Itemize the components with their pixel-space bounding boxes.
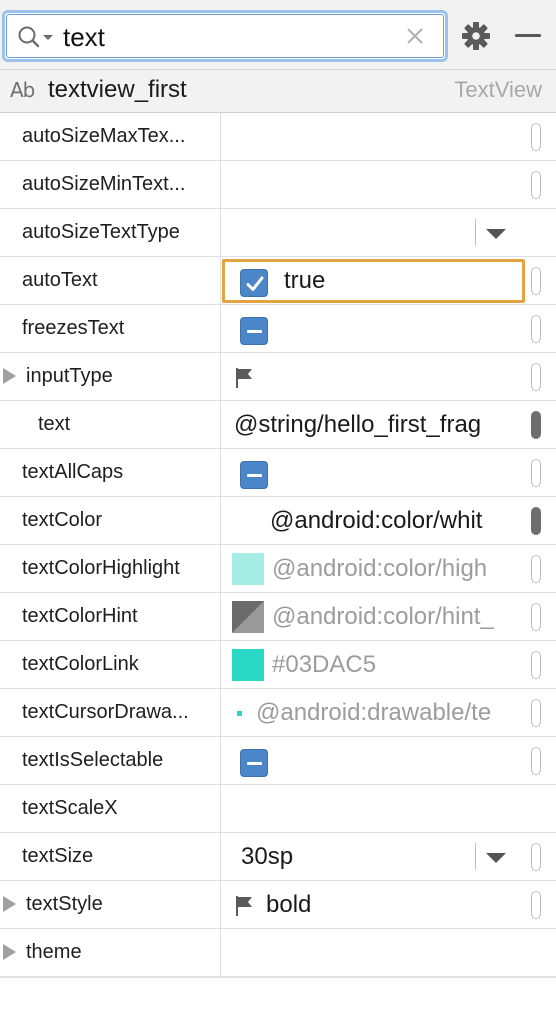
property-row[interactable]: textIsSelectable <box>0 737 556 785</box>
property-name: textScaleX <box>22 797 118 819</box>
property-row[interactable]: textColor @android:color/whit <box>0 497 556 545</box>
chevron-down-icon[interactable] <box>486 853 506 863</box>
property-row[interactable]: autoSizeMaxTex... <box>0 113 556 161</box>
property-value[interactable]: @android:drawable/te <box>256 699 520 727</box>
value-picker-handle[interactable] <box>531 315 541 343</box>
component-header: Ab textview_first TextView <box>0 70 556 113</box>
property-value-dropdown[interactable]: 30sp <box>241 843 293 871</box>
value-picker-handle[interactable] <box>531 891 541 919</box>
property-row[interactable]: textStyle bold <box>0 881 556 929</box>
value-picker-handle[interactable] <box>531 411 541 439</box>
value-picker-handle[interactable] <box>531 747 541 775</box>
property-name: autoSizeMinText... <box>22 173 186 195</box>
property-row[interactable]: autoText true <box>0 257 556 305</box>
flag-icon[interactable] <box>234 895 254 917</box>
expand-arrow-icon[interactable] <box>3 368 16 384</box>
checkbox-indeterminate[interactable] <box>240 461 268 489</box>
color-swatch[interactable] <box>232 649 264 681</box>
value-picker-handle[interactable] <box>531 651 541 679</box>
property-row[interactable]: textCursorDrawa... @android:drawable/te <box>0 689 556 737</box>
property-value[interactable]: @android:color/whit <box>270 507 516 535</box>
property-row[interactable]: autoSizeTextType <box>0 209 556 257</box>
property-row[interactable]: inputType <box>0 353 556 401</box>
color-swatch[interactable] <box>232 601 264 633</box>
minimize-icon[interactable] <box>515 34 541 37</box>
value-picker-handle[interactable] <box>531 123 541 151</box>
property-row[interactable]: autoSizeMinText... <box>0 161 556 209</box>
property-name: theme <box>26 941 82 963</box>
property-row[interactable]: theme <box>0 929 556 977</box>
textview-icon: Ab <box>10 78 35 102</box>
value-picker-handle[interactable] <box>531 171 541 199</box>
property-row[interactable]: textSize 30sp <box>0 833 556 881</box>
property-name: autoSizeMaxTex... <box>22 125 186 147</box>
property-name: textAllCaps <box>22 461 124 483</box>
expand-arrow-icon[interactable] <box>3 896 16 912</box>
property-value[interactable] <box>222 161 556 208</box>
component-type: TextView <box>454 77 542 102</box>
value-picker-handle[interactable] <box>531 843 541 871</box>
chevron-down-icon[interactable] <box>486 229 506 239</box>
property-value[interactable] <box>222 785 556 832</box>
expand-arrow-icon[interactable] <box>3 944 16 960</box>
attributes-panel: Ab textview_first TextView autoSizeMaxTe… <box>0 0 556 1012</box>
property-name: autoText <box>22 269 98 291</box>
value-picker-handle[interactable] <box>531 507 541 535</box>
property-name: textColorHint <box>22 605 138 627</box>
property-value[interactable]: @string/hello_first_frag <box>234 411 516 439</box>
value-picker-handle[interactable] <box>531 603 541 631</box>
clear-search-icon[interactable] <box>405 26 425 46</box>
property-name: textIsSelectable <box>22 749 164 771</box>
property-name: textColorLink <box>22 653 139 675</box>
minus-icon <box>247 329 262 333</box>
property-table: autoSizeMaxTex... autoSizeMinText... aut… <box>0 113 556 977</box>
value-picker-handle[interactable] <box>531 363 541 391</box>
value-picker-handle[interactable] <box>531 267 541 295</box>
property-value[interactable] <box>222 929 556 976</box>
minus-icon <box>247 761 262 765</box>
property-name: autoSizeTextType <box>22 221 180 243</box>
property-name: textSize <box>22 845 94 867</box>
search-box[interactable] <box>2 10 448 62</box>
value-picker-handle[interactable] <box>531 699 541 727</box>
property-name: textColorHighlight <box>22 557 180 579</box>
check-icon <box>246 276 264 291</box>
property-name: textColor <box>22 509 103 531</box>
component-id: textview_first <box>48 76 187 103</box>
property-name: inputType <box>26 365 113 387</box>
property-value: true <box>284 267 326 294</box>
property-value[interactable]: bold <box>266 891 311 919</box>
property-name: freezesText <box>22 317 125 339</box>
property-name: text <box>38 413 71 435</box>
value-picker-handle[interactable] <box>531 555 541 583</box>
flag-icon[interactable] <box>234 367 254 389</box>
attributes-toolbar <box>0 0 556 70</box>
property-value[interactable]: @android:color/hint_ <box>272 603 520 631</box>
drawable-preview-icon <box>237 711 242 716</box>
property-row[interactable]: freezesText <box>0 305 556 353</box>
value-picker-handle[interactable] <box>531 459 541 487</box>
color-swatch[interactable] <box>232 553 264 585</box>
property-value[interactable]: #03DAC5 <box>272 651 520 679</box>
gear-icon[interactable] <box>460 20 492 52</box>
property-row[interactable]: textColorLink #03DAC5 <box>0 641 556 689</box>
search-input[interactable] <box>63 21 393 53</box>
property-name: textCursorDrawa... <box>22 701 189 723</box>
property-row[interactable]: text @string/hello_first_frag <box>0 401 556 449</box>
property-row[interactable]: textAllCaps <box>0 449 556 497</box>
checkbox-checked[interactable] <box>240 269 268 297</box>
empty-area <box>0 977 556 1012</box>
search-icon[interactable] <box>17 25 55 49</box>
property-value[interactable] <box>222 113 556 160</box>
color-swatch[interactable] <box>232 505 264 537</box>
checkbox-indeterminate[interactable] <box>240 317 268 345</box>
property-row[interactable]: textScaleX <box>0 785 556 833</box>
property-name: textStyle <box>26 893 103 915</box>
checkbox-indeterminate[interactable] <box>240 749 268 777</box>
minus-icon <box>247 473 262 477</box>
property-row[interactable]: textColorHighlight @android:color/high <box>0 545 556 593</box>
property-value[interactable]: @android:color/high <box>272 555 520 583</box>
property-row[interactable]: textColorHint @android:color/hint_ <box>0 593 556 641</box>
